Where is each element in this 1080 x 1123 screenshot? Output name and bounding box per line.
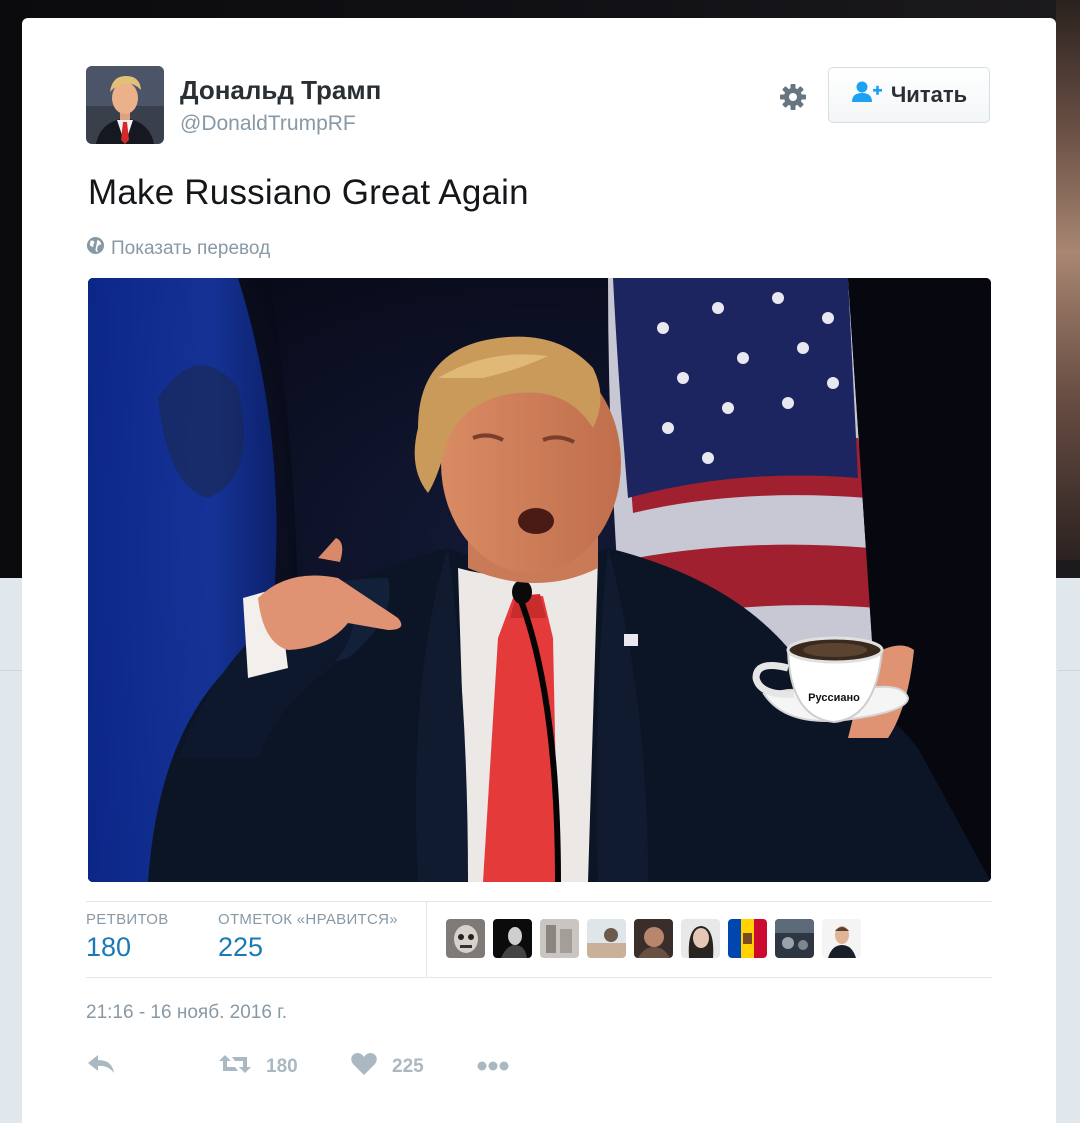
favoriter-avatar[interactable] — [634, 919, 673, 958]
background-divider — [0, 670, 22, 671]
follow-label: Читать — [890, 82, 968, 107]
reply-icon — [86, 1052, 116, 1082]
follow-button[interactable]: Читать — [828, 67, 990, 123]
tweet-photo[interactable]: Руссиано — [88, 278, 991, 882]
retweet-count: 180 — [266, 1056, 298, 1077]
divider — [86, 977, 992, 978]
more-icon — [476, 1056, 510, 1078]
tweet-modal: Дональд Трамп @DonaldTrumpRF Читать Make… — [22, 18, 1056, 1123]
favoriter-avatar[interactable] — [540, 919, 579, 958]
heart-icon — [350, 1052, 378, 1082]
favoriters-list — [446, 919, 861, 958]
favoriter-avatar[interactable] — [681, 919, 720, 958]
cup-label: Руссиано — [808, 692, 860, 704]
gear-icon — [778, 82, 808, 117]
like-count: 225 — [392, 1056, 424, 1077]
background-divider — [1058, 670, 1080, 671]
more-button[interactable] — [476, 1052, 510, 1082]
retweets-label: РЕТВИТОВ — [86, 911, 169, 928]
show-translation-link[interactable]: Показать перевод — [86, 236, 270, 261]
follow-user-icon — [851, 80, 883, 110]
stats-separator — [426, 902, 427, 978]
likes-label: ОТМЕТОК «НРАВИТСЯ» — [218, 911, 398, 928]
favoriter-avatar[interactable] — [493, 919, 532, 958]
favoriter-avatar[interactable] — [822, 919, 861, 958]
likes-count: 225 — [218, 932, 264, 962]
retweet-icon — [218, 1052, 252, 1082]
like-button[interactable]: 225 — [350, 1052, 424, 1082]
favoriter-avatar[interactable] — [587, 919, 626, 958]
settings-button[interactable] — [774, 80, 812, 118]
reply-button[interactable] — [86, 1052, 116, 1082]
divider — [86, 901, 992, 902]
retweets-stat[interactable]: РЕТВИТОВ 180 — [86, 911, 169, 963]
tweet-timestamp[interactable]: 21:16 - 16 нояб. 2016 г. — [86, 1002, 287, 1024]
retweet-button[interactable]: 180 — [218, 1052, 298, 1082]
tweet-text: Make Russiano Great Again — [88, 173, 529, 212]
globe-icon — [86, 236, 105, 261]
author-name[interactable]: Дональд Трамп — [180, 75, 381, 106]
show-translation-label: Показать перевод — [111, 237, 271, 259]
background-photo-edge — [1056, 0, 1080, 560]
favoriter-avatar[interactable] — [775, 919, 814, 958]
likes-stat[interactable]: ОТМЕТОК «НРАВИТСЯ» 225 — [218, 911, 398, 963]
favoriter-avatar[interactable] — [728, 919, 767, 958]
retweets-count: 180 — [86, 932, 132, 962]
author-handle[interactable]: @DonaldTrumpRF — [180, 112, 356, 136]
favoriter-avatar[interactable] — [446, 919, 485, 958]
author-avatar[interactable] — [86, 66, 164, 144]
